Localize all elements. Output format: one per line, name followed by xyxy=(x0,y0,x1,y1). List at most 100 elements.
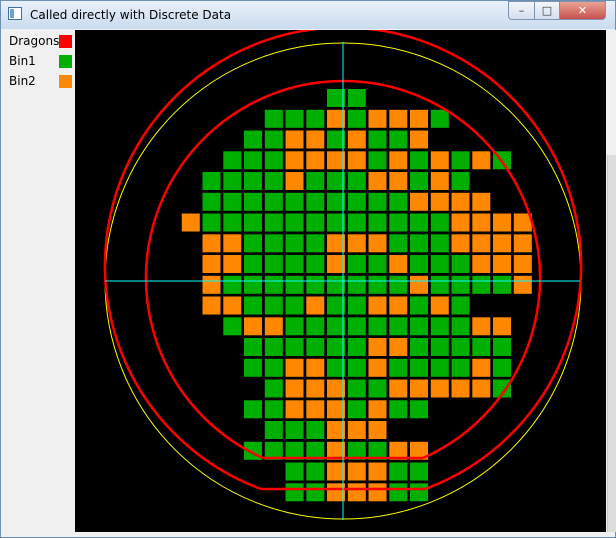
die-cell[interactable] xyxy=(244,172,262,190)
die-cell[interactable] xyxy=(493,338,511,356)
die-cell[interactable] xyxy=(244,358,262,377)
die-cell[interactable] xyxy=(513,275,532,294)
die-cell[interactable] xyxy=(264,275,283,294)
die-cell[interactable] xyxy=(347,192,366,211)
die-cell[interactable] xyxy=(472,358,491,377)
die-cell[interactable] xyxy=(306,234,325,253)
die-cell[interactable] xyxy=(368,109,387,128)
die-cell[interactable] xyxy=(451,379,470,398)
die-cell[interactable] xyxy=(451,358,470,377)
die-cell[interactable] xyxy=(327,400,345,419)
die-cell[interactable] xyxy=(285,192,304,211)
die-cell[interactable] xyxy=(368,358,387,377)
die-cell[interactable] xyxy=(264,421,283,439)
die-cell[interactable] xyxy=(223,151,242,170)
die-cell[interactable] xyxy=(264,296,283,315)
die-cell[interactable] xyxy=(368,255,387,273)
die-cell[interactable] xyxy=(306,338,325,356)
die-cell[interactable] xyxy=(430,296,449,315)
die-cell[interactable] xyxy=(244,275,262,294)
die-cell[interactable] xyxy=(285,109,304,128)
die-cell[interactable] xyxy=(451,213,470,232)
die-cell[interactable] xyxy=(285,462,304,481)
die-cell[interactable] xyxy=(244,192,262,211)
die-cell[interactable] xyxy=(244,255,262,273)
die-cell[interactable] xyxy=(264,317,283,336)
die-cell[interactable] xyxy=(264,255,283,273)
die-cell[interactable] xyxy=(347,275,366,294)
die-cell[interactable] xyxy=(306,255,325,273)
close-button[interactable]: ✕ xyxy=(559,1,606,20)
die-cell[interactable] xyxy=(451,296,470,315)
die-cell[interactable] xyxy=(347,358,366,377)
die-cell[interactable] xyxy=(223,317,242,336)
die-cell[interactable] xyxy=(389,213,408,232)
die-cell[interactable] xyxy=(306,483,325,502)
die-cell[interactable] xyxy=(285,213,304,232)
die-cell[interactable] xyxy=(181,213,200,232)
die-cell[interactable] xyxy=(389,400,408,419)
die-cell[interactable] xyxy=(430,275,449,294)
die-cell[interactable] xyxy=(451,338,470,356)
die-cell[interactable] xyxy=(306,462,325,481)
die-cell[interactable] xyxy=(223,275,242,294)
die-cell[interactable] xyxy=(327,338,345,356)
die-cell[interactable] xyxy=(368,462,387,481)
die-cell[interactable] xyxy=(451,317,470,336)
die-cell[interactable] xyxy=(513,255,532,273)
die-cell[interactable] xyxy=(410,109,428,128)
die-cell[interactable] xyxy=(202,172,221,190)
die-cell[interactable] xyxy=(410,483,428,502)
die-cell[interactable] xyxy=(244,213,262,232)
die-cell[interactable] xyxy=(410,234,428,253)
die-cell[interactable] xyxy=(264,172,283,190)
die-cell[interactable] xyxy=(264,109,283,128)
die-cell[interactable] xyxy=(327,172,345,190)
die-cell[interactable] xyxy=(264,379,283,398)
die-cell[interactable] xyxy=(327,379,345,398)
die-cell[interactable] xyxy=(244,234,262,253)
die-cell[interactable] xyxy=(368,130,387,149)
die-cell[interactable] xyxy=(264,192,283,211)
die-cell[interactable] xyxy=(202,275,221,294)
die-cell[interactable] xyxy=(389,358,408,377)
die-cell[interactable] xyxy=(223,296,242,315)
die-cell[interactable] xyxy=(202,234,221,253)
die-cell[interactable] xyxy=(430,317,449,336)
die-cell[interactable] xyxy=(451,275,470,294)
die-cell[interactable] xyxy=(306,109,325,128)
die-cell[interactable] xyxy=(451,255,470,273)
die-cell[interactable] xyxy=(430,379,449,398)
die-cell[interactable] xyxy=(347,483,366,502)
die-cell[interactable] xyxy=(368,400,387,419)
die-cell[interactable] xyxy=(264,151,283,170)
die-cell[interactable] xyxy=(327,421,345,439)
die-cell[interactable] xyxy=(244,400,262,419)
die-cell[interactable] xyxy=(368,213,387,232)
die-cell[interactable] xyxy=(347,255,366,273)
die-cell[interactable] xyxy=(285,234,304,253)
die-cell[interactable] xyxy=(347,130,366,149)
die-cell[interactable] xyxy=(327,462,345,481)
die-cell[interactable] xyxy=(347,462,366,481)
die-cell[interactable] xyxy=(389,151,408,170)
die-cell[interactable] xyxy=(285,172,304,190)
die-cell[interactable] xyxy=(368,151,387,170)
die-cell[interactable] xyxy=(223,234,242,253)
die-cell[interactable] xyxy=(244,151,262,170)
die-cell[interactable] xyxy=(368,234,387,253)
die-cell[interactable] xyxy=(202,213,221,232)
die-cell[interactable] xyxy=(285,317,304,336)
die-cell[interactable] xyxy=(347,172,366,190)
die-cell[interactable] xyxy=(223,255,242,273)
die-cell[interactable] xyxy=(306,296,325,315)
die-cell[interactable] xyxy=(347,234,366,253)
die-cell[interactable] xyxy=(472,379,491,398)
die-cell[interactable] xyxy=(285,358,304,377)
wafer-map-plot[interactable] xyxy=(75,30,606,532)
die-cell[interactable] xyxy=(264,338,283,356)
die-cell[interactable] xyxy=(493,317,511,336)
die-cell[interactable] xyxy=(389,109,408,128)
die-cell[interactable] xyxy=(347,151,366,170)
die-cell[interactable] xyxy=(368,483,387,502)
